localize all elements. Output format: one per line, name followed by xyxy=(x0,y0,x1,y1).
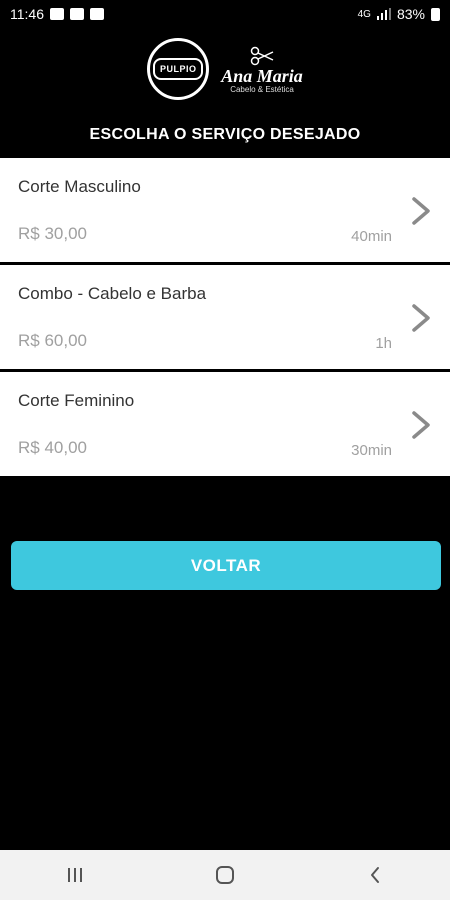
home-icon xyxy=(216,866,234,884)
recent-apps-button[interactable] xyxy=(55,855,95,895)
service-price: R$ 30,00 xyxy=(18,224,87,243)
mail-notification-icon xyxy=(70,8,84,20)
status-left: 11:46 xyxy=(10,6,104,22)
service-name: Corte Feminino xyxy=(18,391,135,410)
barbershop-logo: PULPIO xyxy=(147,38,210,100)
service-item-corte-masculino[interactable]: Corte Masculino R$ 30,00 40min xyxy=(0,158,450,262)
battery-icon xyxy=(431,7,440,21)
home-button[interactable] xyxy=(205,855,245,895)
service-price: R$ 60,00 xyxy=(18,331,87,350)
navigation-bar xyxy=(0,850,450,900)
back-button[interactable]: VOLTAR xyxy=(11,541,441,590)
service-list: Corte Masculino R$ 30,00 40min Combo - C… xyxy=(0,158,450,479)
salon-name: Ana Maria xyxy=(221,65,303,86)
back-icon xyxy=(371,867,379,883)
service-item-combo-cabelo-barba[interactable]: Combo - Cabelo e Barba R$ 60,00 1h xyxy=(0,265,450,369)
salon-logo: Ana Maria Cabelo & Estética xyxy=(221,45,303,94)
service-price: R$ 40,00 xyxy=(18,438,87,457)
service-item-corte-feminino[interactable]: Corte Feminino R$ 40,00 30min xyxy=(0,372,450,476)
back-nav-button[interactable] xyxy=(355,855,395,895)
chevron-right-icon xyxy=(412,304,430,332)
barbershop-logo-text: PULPIO xyxy=(153,58,204,80)
signal-icon xyxy=(376,8,391,20)
salon-tagline: Cabelo & Estética xyxy=(230,84,294,94)
service-duration: 40min xyxy=(351,228,392,245)
battery-percent: 83% xyxy=(396,6,425,22)
chevron-right-icon xyxy=(412,197,430,225)
scissors-icon xyxy=(250,46,274,65)
service-name: Corte Masculino xyxy=(18,177,141,196)
service-duration: 30min xyxy=(351,442,392,459)
network-type: 4G xyxy=(357,8,371,20)
status-right: 4G 83% xyxy=(358,6,440,22)
brand-logos: PULPIO Ana Maria Cabelo & Estética xyxy=(0,34,450,104)
chevron-right-icon xyxy=(412,411,430,439)
status-time: 11:46 xyxy=(10,6,44,22)
page-title: ESCOLHA O SERVIÇO DESEJADO xyxy=(89,126,361,143)
recent-apps-icon xyxy=(68,868,82,882)
service-name: Combo - Cabelo e Barba xyxy=(18,284,207,303)
service-duration: 1h xyxy=(375,335,392,352)
status-bar: 11:46 4G 83% xyxy=(0,0,450,28)
gallery-notification-icon xyxy=(50,8,64,20)
message-notification-icon xyxy=(90,8,104,20)
